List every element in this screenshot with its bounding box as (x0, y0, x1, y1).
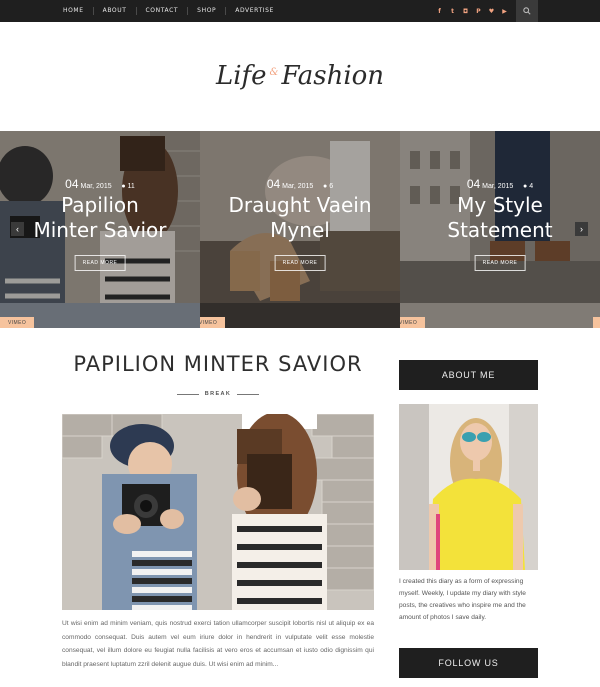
pinterest-icon[interactable]: P (475, 8, 482, 15)
slide-2-meta: 04 Mar, 2015 ● 6 (200, 177, 400, 191)
slider-prev-button[interactable]: ‹ (11, 222, 24, 236)
slide-1-meta: 04 Mar, 2015 ● 11 (0, 177, 200, 191)
social-links: f t ◘ P ♥ ▶ (436, 0, 508, 22)
slide-2-title[interactable]: Draught Vaein Mynel (200, 193, 400, 243)
slide-1-tag[interactable]: VIMEO (0, 317, 35, 328)
about-me-heading: ABOUT ME (399, 360, 538, 390)
chevron-left-icon: ‹ (16, 224, 19, 234)
slide-2-title-line2: Mynel (270, 218, 330, 242)
search-icon (523, 7, 531, 15)
nav-about[interactable]: ABOUT (94, 7, 137, 15)
logo-word-life: Life (215, 61, 267, 91)
slide-1[interactable]: 04 Mar, 2015 ● 11 Papilion Minter Savior… (0, 131, 200, 328)
slide-2-month: Mar, 2015 (282, 183, 314, 190)
comment-icon: ● (523, 183, 528, 190)
slide-1-read-more[interactable]: READ MORE (74, 255, 126, 271)
nav-contact[interactable]: CONTACT (137, 7, 189, 15)
slide-1-day: 04 (65, 177, 79, 191)
post-title[interactable]: PAPILION MINTER SAVIOR (62, 352, 374, 376)
slide-2[interactable]: 04 Mar, 2015 ● 6 Draught Vaein Mynel REA… (200, 131, 400, 328)
nav-advertise[interactable]: ADVERTISE (226, 7, 283, 15)
post-photo (62, 414, 374, 610)
slider-next-button[interactable]: › (575, 222, 588, 236)
post-featured-image[interactable] (62, 414, 374, 610)
about-me-photo (399, 404, 538, 570)
slide-3-comments: 4 (529, 183, 534, 190)
slide-1-month: Mar, 2015 (80, 183, 112, 190)
slide-1-title-line2: Minter Savior (33, 218, 167, 242)
slide-2-read-more[interactable]: READ MORE (274, 255, 326, 271)
site-logo[interactable]: Life & Fashion (200, 52, 400, 100)
slide-3-title[interactable]: My Style Statement (400, 193, 600, 243)
comment-icon: ● (323, 183, 328, 190)
youtube-icon[interactable]: ▶ (501, 8, 508, 15)
logo-word-fashion: Fashion (281, 61, 385, 91)
slide-1-comments: 11 (127, 183, 135, 190)
slide-3[interactable]: 04 Mar, 2015 ● 4 My Style Statement READ… (400, 131, 600, 328)
chevron-right-icon: › (580, 224, 583, 234)
divider (237, 393, 260, 395)
featured-slider: 04 Mar, 2015 ● 11 Papilion Minter Savior… (0, 131, 600, 328)
slide-2-day: 04 (266, 177, 281, 191)
instagram-icon[interactable]: ◘ (462, 8, 469, 15)
slide-4-tag-peek[interactable] (593, 317, 600, 328)
slide-3-day: 04 (466, 177, 481, 191)
slide-1-title[interactable]: Papilion Minter Savior (0, 193, 200, 243)
search-button[interactable] (516, 0, 538, 22)
comment-icon: ● (121, 183, 126, 190)
post-category-label[interactable]: BREAK (205, 391, 232, 397)
slide-3-tag[interactable]: VIMEO (400, 317, 426, 328)
heart-icon[interactable]: ♥ (488, 8, 495, 15)
main-nav: HOME ABOUT CONTACT SHOP ADVERTISE (54, 0, 283, 22)
slide-3-meta: 04 Mar, 2015 ● 4 (400, 177, 600, 191)
post-excerpt: Ut wisi enim ad minim veniam, quis nostr… (62, 620, 374, 668)
slide-1-title-line1: Papilion (61, 193, 139, 217)
about-me-text: I created this diary as a form of expres… (399, 578, 526, 621)
slide-2-title-line1: Draught Vaein (228, 193, 372, 217)
slide-3-title-line2: Statement (447, 218, 553, 242)
post-category: BREAK (176, 391, 260, 397)
slide-2-comments: 6 (329, 183, 334, 190)
divider (176, 393, 199, 395)
facebook-icon[interactable]: f (436, 8, 443, 15)
nav-home[interactable]: HOME (54, 7, 94, 15)
twitter-icon[interactable]: t (449, 8, 456, 15)
slide-3-month: Mar, 2015 (482, 183, 514, 190)
profile-photo (399, 404, 538, 570)
slide-3-read-more[interactable]: READ MORE (474, 255, 526, 271)
slide-3-title-line1: My Style (457, 193, 543, 217)
nav-shop[interactable]: SHOP (188, 7, 227, 15)
slide-2-tag[interactable]: VIMEO (200, 317, 226, 328)
logo-crown-ampersand: & (269, 66, 279, 78)
follow-us-heading: FOLLOW US (399, 648, 538, 678)
top-navbar: HOME ABOUT CONTACT SHOP ADVERTISE f t ◘ … (0, 0, 600, 22)
